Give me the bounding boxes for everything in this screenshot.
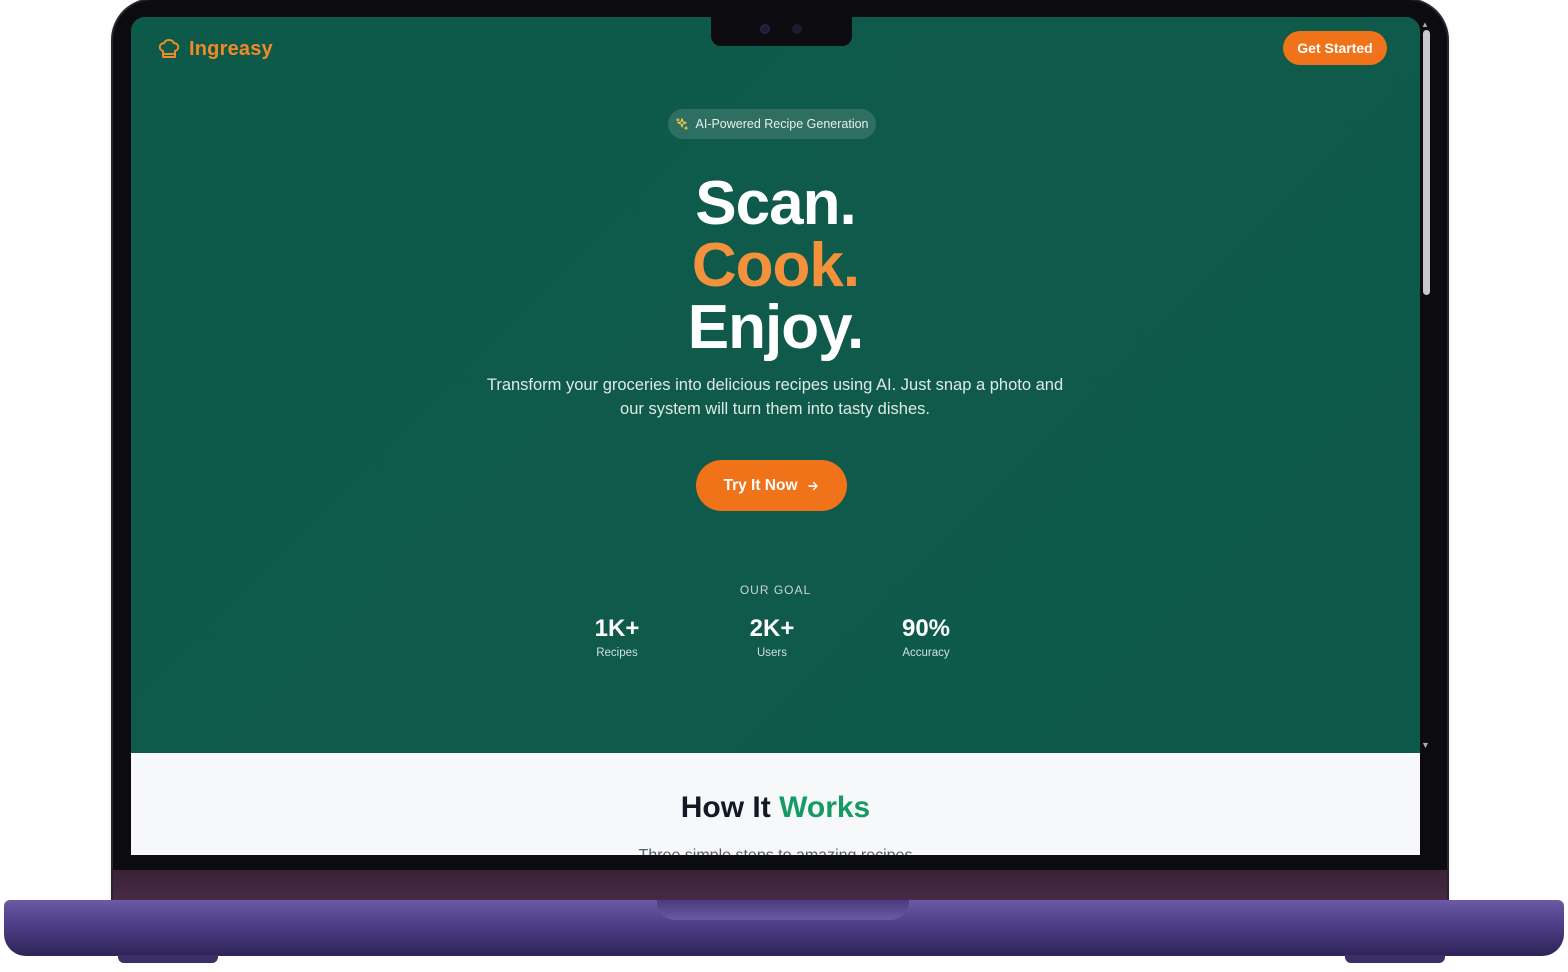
scroll-down-icon[interactable]: ▼ [1421,740,1430,750]
scrollbar-thumb[interactable] [1423,30,1430,295]
ai-badge-label: AI-Powered Recipe Generation [695,117,869,131]
try-it-now-label: Try It Now [723,476,798,494]
laptop-opening-notch [657,900,909,920]
brand-logo[interactable]: Ingreasy [157,37,273,61]
goal-label: OUR GOAL [739,583,812,597]
how-it-works-title: How It Works [131,791,1420,825]
camera-sensor [792,24,802,34]
stat-label: Users [756,647,788,659]
how-it-works-title-b: Works [779,791,871,824]
laptop-foot [118,955,218,963]
stat-label: Accuracy [902,647,950,659]
scroll-up-icon[interactable]: ▲ [1421,20,1429,29]
sparkles-icon [676,118,689,130]
ai-badge: AI-Powered Recipe Generation [668,109,876,139]
how-it-works-section: How It Works Three simple steps to amazi… [131,753,1420,855]
stat-users: 2K+ Users [712,615,832,661]
hero-section: Ingreasy Get Started AI-Powered Recipe G… [131,17,1420,753]
how-it-works-title-a: How It [680,791,771,824]
stat-recipes: 1K+ Recipes [557,615,677,661]
how-it-works-subtitle: Three simple steps to amazing recipes [131,847,1420,855]
try-it-now-button[interactable]: Try It Now [696,460,847,511]
brand-name: Ingreasy [189,37,273,60]
laptop-mockup: Ingreasy Get Started AI-Powered Recipe G… [0,0,1568,972]
headline-enjoy: Enjoy. [687,293,864,362]
stat-value: 2K+ [749,615,795,642]
browser-screen: Ingreasy Get Started AI-Powered Recipe G… [131,17,1420,855]
headline-cook: Cook. [691,231,860,300]
chef-hat-icon [158,39,180,58]
camera-notch [711,17,852,46]
headline-scan: Scan. [695,169,856,238]
stat-accuracy: 90% Accuracy [866,615,986,661]
stat-value: 90% [901,615,951,642]
arrow-right-icon [807,481,818,490]
get-started-button[interactable]: Get Started [1283,31,1387,65]
laptop-hinge [113,870,1447,904]
camera-lens [760,24,770,34]
stat-value: 1K+ [594,615,640,642]
laptop-foot [1345,955,1445,963]
stat-label: Recipes [596,647,638,659]
hero-subtitle: Transform your groceries into delicious … [486,376,1064,418]
